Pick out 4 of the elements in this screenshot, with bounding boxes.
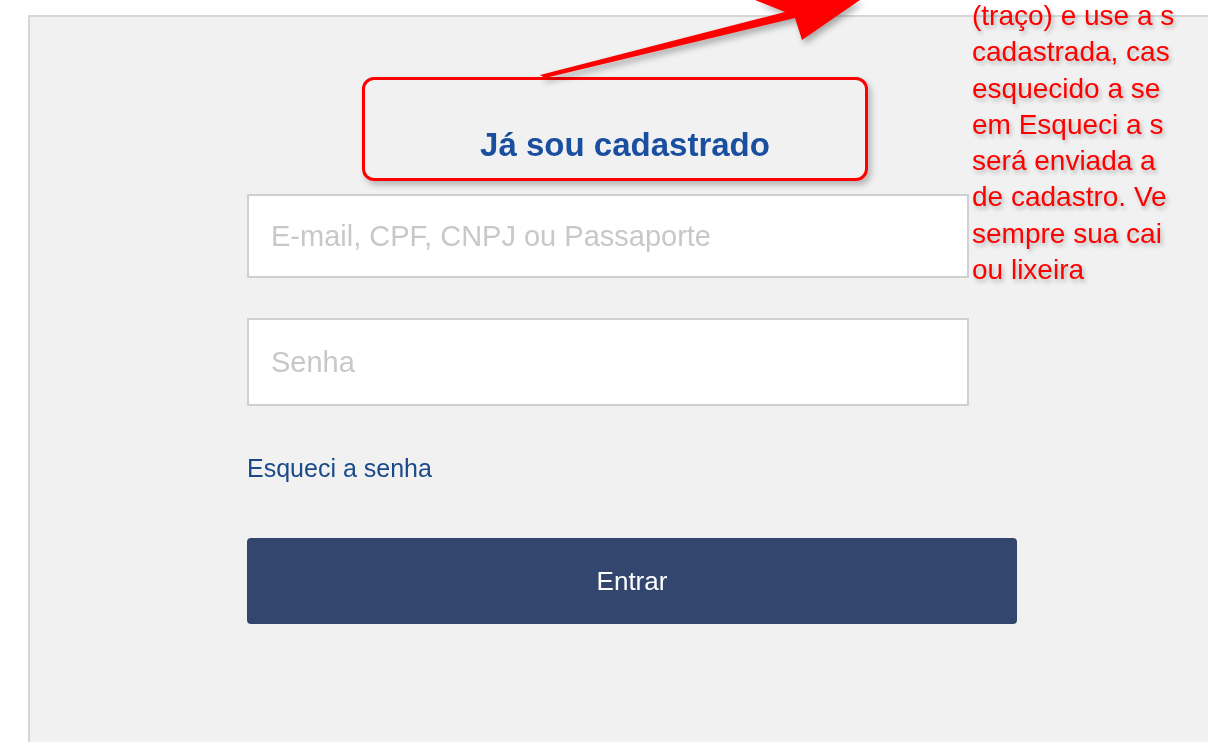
login-title: Já sou cadastrado xyxy=(480,126,770,164)
forgot-password-link[interactable]: Esqueci a senha xyxy=(247,454,432,483)
submit-button[interactable]: Entrar xyxy=(247,538,1017,624)
annotation-text: (traço) e use a s cadastrada, cas esquecido a se em Esqueci a s será enviada a de cadastro. Ve sempre sua cai ou lixeira xyxy=(972,0,1175,288)
